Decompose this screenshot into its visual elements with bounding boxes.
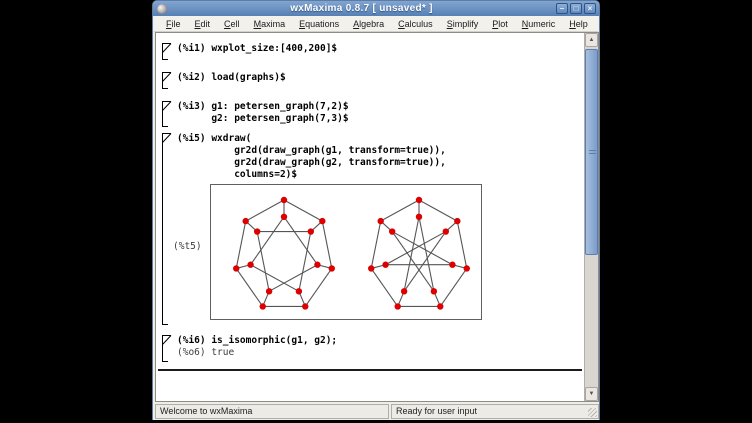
menu-simplify[interactable]: Simplify: [440, 18, 486, 30]
wxmaxima-window: wxMaxima 0.8.7 [ unsaved* ] – □ × FileEd…: [152, 0, 600, 420]
menu-bar: FileEditCellMaximaEquationsAlgebraCalcul…: [154, 16, 598, 32]
status-bar: Welcome to wxMaxima Ready for user input: [155, 404, 599, 419]
menu-edit[interactable]: Edit: [188, 18, 218, 30]
status-message-right: Ready for user input: [391, 404, 599, 419]
cell-bracket[interactable]: [162, 101, 172, 127]
menu-plot[interactable]: Plot: [485, 18, 515, 30]
menu-equations[interactable]: Equations: [292, 18, 346, 30]
window-title: wxMaxima 0.8.7 [ unsaved* ]: [167, 3, 556, 14]
resize-grip[interactable]: [588, 408, 597, 417]
cell-4[interactable]: (%i5) wxdraw( gr2d(draw_graph(g1, transf…: [156, 133, 584, 325]
cell-bracket[interactable]: [162, 72, 172, 89]
output-label-t5: (%t5): [173, 241, 202, 252]
cell-bracket[interactable]: [162, 335, 172, 362]
minimize-button[interactable]: –: [556, 3, 568, 14]
menu-algebra[interactable]: Algebra: [346, 18, 391, 30]
cell-3[interactable]: (%i3) g1: petersen_graph(7,2)$ g2: peter…: [156, 101, 584, 127]
cell-2[interactable]: (%i2) load(graphs)$: [156, 72, 584, 89]
title-bar[interactable]: wxMaxima 0.8.7 [ unsaved* ] – □ ×: [153, 1, 599, 16]
menu-numeric[interactable]: Numeric: [515, 18, 563, 30]
cell-5-code[interactable]: (%i6) is_isomorphic(g1, g2);(%o6) true: [177, 335, 337, 359]
cell-3-code[interactable]: (%i3) g1: petersen_graph(7,2)$ g2: peter…: [177, 101, 349, 125]
horizontal-cursor: [158, 369, 582, 371]
document-area[interactable]: (%i1) wxplot_size:[400,200]$ (%i2) load(g…: [156, 33, 584, 401]
cell-1-code[interactable]: (%i1) wxplot_size:[400,200]$: [177, 43, 337, 55]
close-button[interactable]: ×: [584, 3, 596, 14]
cell-1[interactable]: (%i1) wxplot_size:[400,200]$: [156, 43, 584, 60]
document-pane: (%i1) wxplot_size:[400,200]$ (%i2) load(g…: [155, 32, 599, 402]
status-message-left: Welcome to wxMaxima: [155, 404, 389, 419]
scrollbar-grip-icon: [589, 150, 596, 156]
scrollbar-thumb[interactable]: [585, 49, 598, 255]
cell-2-code[interactable]: (%i2) load(graphs)$: [177, 72, 286, 84]
status-right-text: Ready for user input: [396, 406, 477, 416]
wxmaxima-icon: [157, 4, 167, 14]
scroll-up-icon[interactable]: ▲: [585, 33, 598, 47]
cell-4-code[interactable]: (%i5) wxdraw( gr2d(draw_graph(g1, transf…: [177, 133, 446, 181]
menu-calculus[interactable]: Calculus: [391, 18, 440, 30]
menu-file[interactable]: File: [159, 18, 188, 30]
cell-bracket[interactable]: [162, 43, 172, 60]
menu-cell[interactable]: Cell: [217, 18, 247, 30]
vertical-scrollbar[interactable]: ▲ ▼: [584, 33, 598, 401]
cell-5[interactable]: (%i6) is_isomorphic(g1, g2);(%o6) true: [156, 335, 584, 362]
petersen-graphs-plot[interactable]: [210, 184, 482, 320]
window-controls: – □ ×: [556, 3, 596, 14]
menu-maxima[interactable]: Maxima: [247, 18, 293, 30]
maximize-button[interactable]: □: [570, 3, 582, 14]
menu-help[interactable]: Help: [562, 18, 595, 30]
cell-bracket[interactable]: [162, 133, 172, 325]
scroll-down-icon[interactable]: ▼: [585, 387, 598, 401]
